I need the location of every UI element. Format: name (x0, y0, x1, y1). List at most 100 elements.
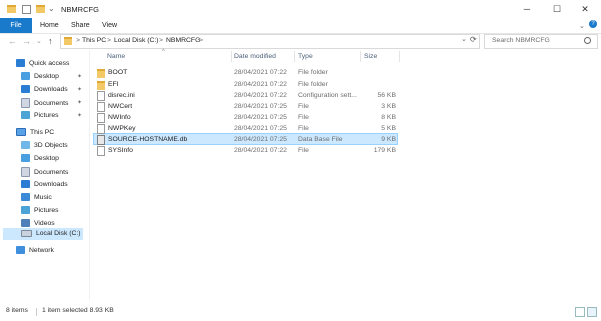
nav-label: Downloads (34, 180, 68, 188)
refresh-icon[interactable]: ⟳ (470, 35, 477, 44)
column-header-type[interactable]: Type (298, 53, 313, 60)
nav-item-3d-objects[interactable]: 3D Objects (21, 141, 68, 149)
file-row[interactable]: NWPKey 28/04/2021 07:25 File 5 KB (93, 123, 398, 134)
breadcrumb-separator[interactable]: > (76, 37, 80, 44)
nav-label: Videos (34, 219, 55, 227)
minimize-button[interactable]: ─ (513, 0, 541, 18)
nav-item-downloads-pc[interactable]: Downloads (21, 180, 68, 188)
help-icon[interactable]: ? (589, 20, 597, 28)
nav-item-desktop-pc[interactable]: Desktop (21, 154, 59, 162)
file-type: File (298, 125, 309, 132)
database-file-icon (97, 135, 105, 145)
3d-objects-icon (21, 141, 30, 149)
details-view-icon[interactable] (575, 307, 585, 317)
file-name: NWCert (108, 103, 133, 110)
nav-item-documents[interactable]: Documents (21, 98, 68, 108)
column-header-date-modified[interactable]: Date modified (234, 53, 276, 60)
nav-label: Documents (34, 168, 69, 176)
breadcrumb-separator[interactable]: > (107, 37, 111, 44)
file-date: 28/04/2021 07:25 (234, 125, 287, 132)
column-header-name[interactable]: Name (107, 53, 125, 60)
documents-icon (21, 167, 30, 177)
nav-label: This PC (30, 128, 55, 136)
file-date: 28/04/2021 07:22 (234, 147, 287, 154)
file-date: 28/04/2021 07:25 (234, 103, 287, 110)
column-separator[interactable] (360, 51, 361, 62)
breadcrumb-separator[interactable]: > (159, 37, 163, 44)
nav-label: Local Disk (C:) (36, 230, 81, 237)
column-separator[interactable] (231, 51, 232, 62)
file-row[interactable]: NWCert 28/04/2021 07:25 File 3 KB (93, 101, 398, 112)
large-icons-view-icon[interactable] (587, 307, 597, 317)
file-date: 28/04/2021 07:25 (234, 114, 287, 121)
close-button[interactable]: ✕ (571, 0, 599, 18)
file-size: 5 KB (381, 125, 396, 132)
folder-icon (97, 69, 105, 78)
nav-item-local-disk[interactable]: Local Disk (C:) (21, 230, 81, 237)
nav-item-pictures[interactable]: Pictures (21, 111, 59, 119)
nav-label: Documents (34, 99, 69, 107)
quick-access-toolbar-dropdown-icon[interactable]: ⌄ (48, 4, 55, 13)
up-button[interactable]: ↑ (48, 36, 53, 46)
nav-quick-access[interactable]: Quick access (16, 59, 69, 67)
tab-share[interactable]: Share (71, 22, 90, 29)
file-icon (97, 113, 105, 123)
file-row[interactable]: disrec.ini 28/04/2021 07:22 Configuratio… (93, 90, 398, 101)
tab-file[interactable]: File (0, 18, 32, 33)
file-row-selected[interactable]: SOURCE-HOSTNAME.db 28/04/2021 07:25 Data… (93, 134, 398, 145)
nav-item-desktop[interactable]: Desktop (21, 72, 59, 80)
file-icon (97, 124, 105, 134)
pictures-icon (21, 206, 30, 214)
breadcrumb-local-disk[interactable]: Local Disk (C:) (114, 37, 159, 44)
nav-this-pc[interactable]: This PC (16, 128, 54, 136)
file-name: NWPKey (108, 125, 136, 132)
drive-icon (21, 230, 32, 237)
file-size: 8 KB (381, 114, 396, 121)
tab-view[interactable]: View (102, 22, 117, 29)
search-icon[interactable] (584, 37, 591, 44)
column-separator[interactable] (294, 51, 295, 62)
column-header-size[interactable]: Size (364, 53, 377, 60)
file-type: Data Base File (298, 136, 343, 143)
file-type: File folder (298, 81, 328, 88)
column-separator[interactable] (399, 51, 400, 62)
address-history-dropdown[interactable]: ⌄ (461, 35, 467, 43)
breadcrumb-this-pc[interactable]: This PC (82, 37, 106, 44)
file-row[interactable]: NWInfo 28/04/2021 07:25 File 8 KB (93, 112, 398, 123)
file-date: 28/04/2021 07:25 (234, 136, 287, 143)
breadcrumb-nbmrcfg[interactable]: NBMRCFG (166, 37, 200, 44)
back-button[interactable]: ← (8, 36, 17, 46)
recent-locations-button[interactable]: ⌄ (36, 37, 42, 45)
nav-item-downloads[interactable]: Downloads (21, 85, 68, 93)
maximize-button[interactable]: ☐ (543, 0, 571, 18)
nav-item-documents-pc[interactable]: Documents (21, 167, 68, 177)
status-item-count: 8 items (6, 307, 28, 314)
nav-label: Pictures (34, 111, 59, 119)
tab-home[interactable]: Home (40, 22, 59, 29)
expand-ribbon-icon[interactable]: ⌄ (579, 22, 585, 30)
nav-item-pictures-pc[interactable]: Pictures (21, 206, 59, 214)
file-row[interactable]: EFI 28/04/2021 07:22 File folder (93, 79, 398, 90)
file-date: 28/04/2021 07:22 (234, 92, 287, 99)
nav-label: Pictures (34, 206, 59, 214)
nav-pane-divider[interactable] (89, 50, 90, 300)
search-placeholder: Search NBMRCFG (492, 37, 550, 44)
forward-button[interactable]: → (22, 36, 31, 46)
breadcrumb-separator[interactable]: > (199, 37, 203, 44)
file-name: SOURCE-HOSTNAME.db (108, 136, 188, 143)
file-row[interactable]: BOOT 28/04/2021 07:22 File folder (93, 67, 398, 78)
downloads-icon (21, 180, 30, 188)
folder-icon (64, 37, 72, 45)
pin-icon: ✦ (77, 113, 83, 119)
new-folder-icon[interactable] (36, 5, 45, 13)
properties-icon[interactable] (22, 5, 31, 14)
desktop-icon (21, 154, 30, 162)
nav-item-music[interactable]: Music (21, 193, 52, 201)
pin-icon: ✦ (77, 87, 83, 93)
file-row[interactable]: SYSInfo 28/04/2021 07:22 File 179 KB (93, 145, 398, 156)
nav-item-videos[interactable]: Videos (21, 219, 55, 227)
nav-network[interactable]: Network (16, 246, 54, 254)
folder-icon (7, 5, 16, 13)
nav-label: Network (29, 246, 54, 254)
ribbon (0, 18, 601, 34)
